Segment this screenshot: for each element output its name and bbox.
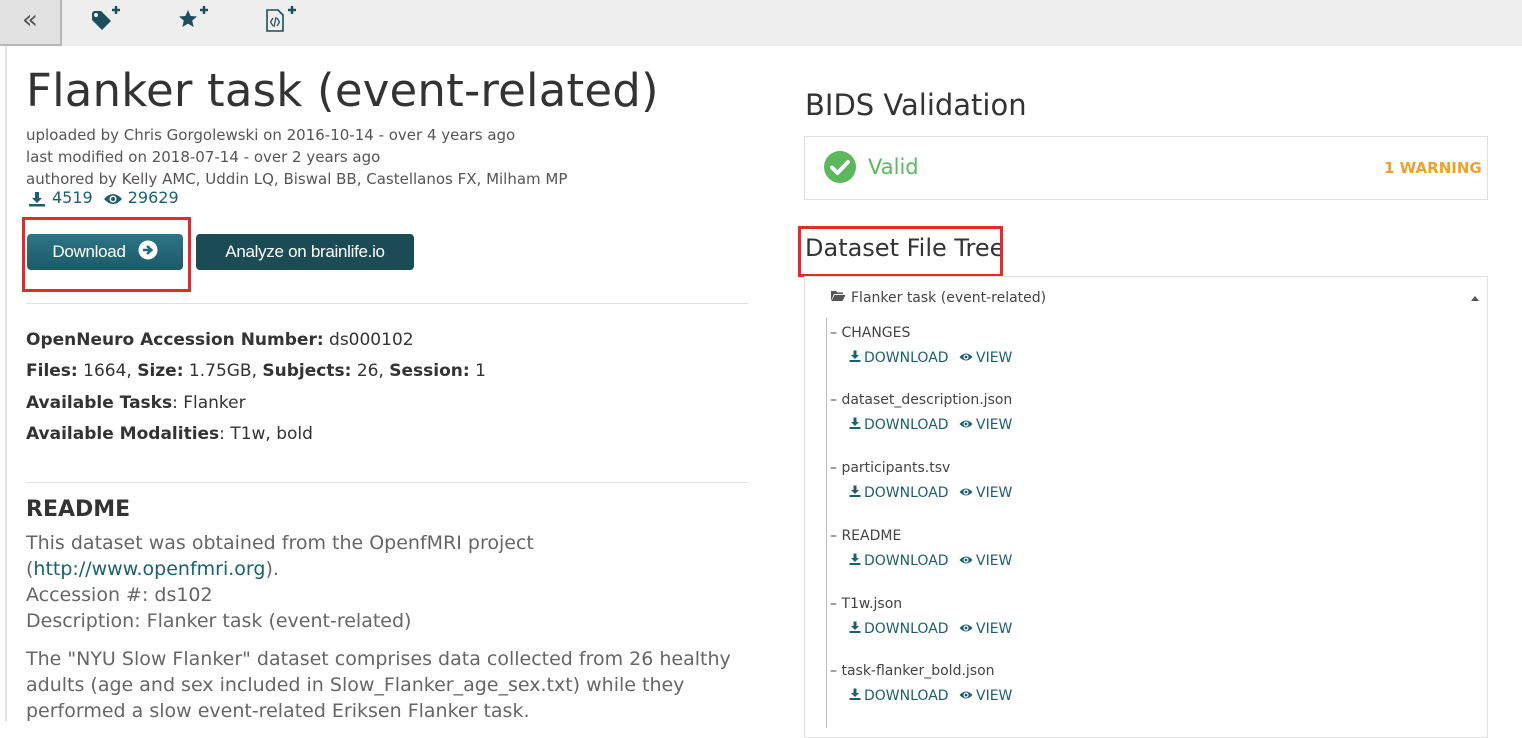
file-tree-item: – README xyxy=(830,528,901,544)
tree-connector: – xyxy=(830,325,842,341)
readme-text: This dataset was obtained from the Openf… xyxy=(26,532,534,554)
eye-icon xyxy=(959,688,973,704)
tag-plus-icon[interactable] xyxy=(90,4,126,34)
file-name: T1w.json xyxy=(841,596,903,612)
view-count-icon xyxy=(103,188,123,207)
tree-connector: – xyxy=(830,460,842,476)
file-download-label: DOWNLOAD xyxy=(864,621,949,637)
file-name: README xyxy=(841,528,902,544)
file-download-link[interactable]: DOWNLOAD xyxy=(849,485,949,501)
eye-icon xyxy=(959,621,973,637)
readme-text: adults (age and sex included in Slow_Fla… xyxy=(26,674,685,696)
tree-connector: – xyxy=(830,528,842,544)
divider xyxy=(26,482,748,483)
file-download-link[interactable]: DOWNLOAD xyxy=(849,553,949,569)
readme-heading: README xyxy=(26,497,131,522)
download-icon xyxy=(849,553,861,569)
file-tree-item: – CHANGES xyxy=(830,325,910,341)
analyze-brainlife-button[interactable]: Analyze on brainlife.io xyxy=(196,234,414,270)
file-tree-item: – task-flanker_bold.json xyxy=(830,663,995,679)
file-stats: Files: 1664, Size: 1.75GB, Subjects: 26,… xyxy=(26,361,486,381)
file-name: CHANGES xyxy=(841,325,911,341)
file-view-link[interactable]: VIEW xyxy=(959,485,1012,501)
download-icon xyxy=(849,485,861,501)
file-view-label: VIEW xyxy=(976,621,1013,637)
readme-text: Accession #: ds102 xyxy=(26,584,213,606)
file-view-label: VIEW xyxy=(976,350,1013,366)
download-icon xyxy=(849,417,861,433)
file-download-label: DOWNLOAD xyxy=(864,417,949,433)
download-icon xyxy=(849,350,861,366)
bids-validation-title: BIDS Validation xyxy=(805,88,1027,122)
download-icon xyxy=(849,688,861,704)
file-view-link[interactable]: VIEW xyxy=(959,417,1012,433)
file-name: participants.tsv xyxy=(841,460,951,476)
folder-open-icon xyxy=(830,290,846,306)
tree-line xyxy=(826,318,827,728)
tree-root-folder[interactable]: Flanker task (event-related) xyxy=(830,290,1046,306)
authors-text: authored by Kelly AMC, Uddin LQ, Biswal … xyxy=(26,170,568,188)
view-count: 29629 xyxy=(127,188,179,207)
tree-connector: – xyxy=(830,663,842,679)
download-count-icon xyxy=(28,188,46,207)
tree-connector: – xyxy=(830,392,842,408)
content-border xyxy=(5,46,7,721)
validation-status: Valid xyxy=(868,155,919,179)
tree-connector: – xyxy=(830,596,842,612)
file-name: task-flanker_bold.json xyxy=(841,663,995,679)
file-download-link[interactable]: DOWNLOAD xyxy=(849,688,949,704)
file-view-label: VIEW xyxy=(976,485,1013,501)
collapse-caret-icon[interactable] xyxy=(1471,296,1479,301)
readme-text: (http://www.openfmri.org). xyxy=(26,558,279,580)
uploaded-by-text: uploaded by Chris Gorgolewski on 2016-10… xyxy=(26,126,516,144)
file-tree-item: – participants.tsv xyxy=(830,460,950,476)
dataset-stats: 4519 29629 xyxy=(28,188,179,207)
download-icon xyxy=(849,621,861,637)
collapse-sidebar-button[interactable]: « xyxy=(0,0,62,46)
file-tree-item: – T1w.json xyxy=(830,596,902,612)
analyze-button-label: Analyze on brainlife.io xyxy=(225,242,385,261)
warning-count[interactable]: 1 WARNING xyxy=(1384,159,1482,177)
available-tasks: Available Tasks: Flanker xyxy=(26,393,246,413)
eye-icon xyxy=(959,485,973,501)
available-modalities: Available Modalities: T1w, bold xyxy=(26,424,313,444)
highlight-box-file-tree xyxy=(798,226,1003,277)
file-view-label: VIEW xyxy=(976,553,1013,569)
eye-icon xyxy=(959,417,973,433)
check-circle-icon xyxy=(823,150,857,184)
file-view-link[interactable]: VIEW xyxy=(959,688,1012,704)
readme-text: performed a slow event-related Eriksen F… xyxy=(26,700,530,722)
file-download-label: DOWNLOAD xyxy=(864,553,949,569)
file-download-label: DOWNLOAD xyxy=(864,350,949,366)
file-view-link[interactable]: VIEW xyxy=(959,350,1012,366)
download-count: 4519 xyxy=(52,188,93,207)
file-download-link[interactable]: DOWNLOAD xyxy=(849,621,949,637)
eye-icon xyxy=(959,350,973,366)
openfmri-link[interactable]: http://www.openfmri.org xyxy=(33,558,265,580)
eye-icon xyxy=(959,553,973,569)
file-download-link[interactable]: DOWNLOAD xyxy=(849,350,949,366)
star-plus-icon[interactable] xyxy=(177,4,213,34)
file-view-label: VIEW xyxy=(976,688,1013,704)
file-download-label: DOWNLOAD xyxy=(864,485,949,501)
dataset-title: Flanker task (event-related) xyxy=(26,64,659,117)
file-name: dataset_description.json xyxy=(841,392,1013,408)
file-view-link[interactable]: VIEW xyxy=(959,553,1012,569)
file-tree-item: – dataset_description.json xyxy=(830,392,1012,408)
toolbar xyxy=(0,0,1522,46)
file-view-link[interactable]: VIEW xyxy=(959,621,1012,637)
highlight-box-download xyxy=(22,217,191,292)
accession-number: OpenNeuro Accession Number: ds000102 xyxy=(26,330,414,350)
divider xyxy=(26,303,748,304)
file-download-link[interactable]: DOWNLOAD xyxy=(849,417,949,433)
code-file-plus-icon[interactable] xyxy=(264,4,300,34)
readme-text: Description: Flanker task (event-related… xyxy=(26,610,412,632)
readme-text: The "NYU Slow Flanker" dataset comprises… xyxy=(26,648,731,670)
file-view-label: VIEW xyxy=(976,417,1013,433)
file-download-label: DOWNLOAD xyxy=(864,688,949,704)
last-modified-text: last modified on 2018-07-14 - over 2 yea… xyxy=(26,148,381,166)
